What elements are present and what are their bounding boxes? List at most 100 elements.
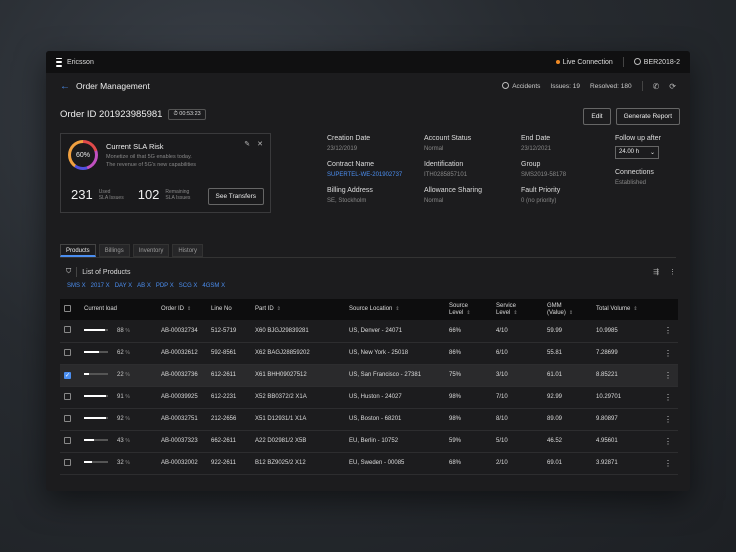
user-icon: [633, 58, 641, 65]
col-source-level[interactable]: Source Level ⇕: [445, 299, 492, 320]
detail-group: Group SMS2019-58178: [521, 161, 567, 178]
back-arrow-icon[interactable]: ←: [60, 81, 70, 92]
detail-identification: Identification ITH0285857101: [424, 161, 468, 178]
row-menu-icon[interactable]: ⋮: [658, 364, 678, 387]
row-checkbox[interactable]: [64, 414, 71, 422]
filter-chip[interactable]: 4GSM X: [202, 283, 225, 289]
accidents-link[interactable]: Accidents: [502, 82, 540, 90]
edit-button[interactable]: Edit: [583, 108, 611, 125]
row-menu-icon[interactable]: ⋮: [658, 408, 678, 431]
col-source-location[interactable]: Source Location ⇕: [345, 299, 445, 320]
col-gmm-value[interactable]: GMM (Value) ⇕: [543, 299, 592, 320]
col-order-id[interactable]: Order ID ⇕: [157, 299, 207, 320]
table-row[interactable]: 92 % AB-00032751 212-2656 X51 D12931/1 X1A U…: [60, 408, 678, 431]
phone-icon[interactable]: ✆: [653, 82, 660, 91]
sla-description: Monetize oil that 5G enables today. The r…: [106, 154, 197, 168]
col-line-no[interactable]: Line No: [207, 299, 251, 320]
issues-count: Issues: 19: [550, 82, 581, 90]
load-bar: [84, 439, 108, 442]
order-id-cell: AB-00032612: [157, 342, 207, 365]
row-menu-icon[interactable]: ⋮: [658, 320, 678, 343]
row-checkbox[interactable]: [64, 326, 71, 334]
row-menu-icon[interactable]: ⋮: [658, 430, 678, 453]
detail-creation-date: Creation Date 23/12/2019: [327, 135, 371, 152]
source-level-cell: 75%: [445, 364, 492, 387]
order-details: Creation Date 23/12/2019 Account Status No…: [327, 135, 614, 204]
table-row[interactable]: 32 % AB-00032002 922-2611 B12 BZ9025/2 X12 E…: [60, 452, 678, 475]
source-location-cell: US, Boston - 68201: [345, 408, 445, 431]
contract-link[interactable]: SUPERTEL-WE-201902737: [327, 172, 424, 178]
more-options-icon[interactable]: ⋮: [669, 268, 676, 276]
remaining-sla-count: 102: [137, 187, 160, 202]
part-id-cell: A22 D02981/2 X5B: [251, 430, 345, 453]
user-menu[interactable]: BER2018-2: [633, 58, 680, 66]
follow-up-select[interactable]: 24.00 h ⌄: [615, 146, 659, 159]
row-menu-icon[interactable]: ⋮: [658, 452, 678, 475]
gmm-value-cell: 55.81: [543, 342, 592, 365]
filter-chip[interactable]: PDP X: [156, 283, 174, 289]
divider: [641, 81, 643, 91]
load-percent: 43 %: [117, 438, 130, 444]
row-checkbox[interactable]: ✓: [64, 371, 71, 379]
close-icon[interactable]: ✕: [257, 140, 263, 148]
see-transfers-button[interactable]: See Transfers: [207, 188, 264, 205]
line-no-cell: 922-2611: [207, 452, 251, 475]
total-volume-cell: 3.92871: [592, 452, 658, 475]
connections-label: Connections: [615, 169, 654, 176]
detail-billing-address: Billing Address SE, Stockholm: [327, 187, 373, 204]
order-id: Order ID 201923985981: [60, 109, 163, 120]
timer-badge: ⏱ 00:53:23: [168, 109, 206, 120]
row-checkbox[interactable]: [64, 392, 71, 400]
col-service-level[interactable]: Service Level ⇕: [492, 299, 543, 320]
pin-icon[interactable]: ✎: [244, 140, 250, 148]
service-level-cell: 8/10: [492, 408, 543, 431]
tab-inventory[interactable]: Inventory: [132, 244, 170, 257]
list-toolbar: ⛉ List of Products ⇶ ⋮: [66, 267, 676, 277]
table-row[interactable]: 91 % AB-00039925 612-2231 X52 BB0372/2 X1A U…: [60, 386, 678, 409]
live-connection-status[interactable]: Live Connection: [555, 59, 613, 66]
filter-chip[interactable]: SCG X: [179, 283, 198, 289]
load-percent: 62 %: [117, 350, 130, 356]
service-level-cell: 2/10: [492, 452, 543, 475]
source-location-cell: EU, Sweden - 00085: [345, 452, 445, 475]
filter-icon[interactable]: ⛉: [66, 268, 71, 276]
source-location-cell: US, New York - 25018: [345, 342, 445, 365]
table-row[interactable]: ✓ 22 % AB-00032736 612-2611 X61 BHH09027512 U…: [60, 364, 678, 387]
tab-history[interactable]: History: [172, 244, 204, 257]
ericsson-logo[interactable]: Ericsson: [56, 57, 94, 67]
remaining-sla-label: Remaining SLA Issues: [165, 188, 191, 201]
filter-chip[interactable]: 2017 X: [91, 283, 110, 289]
follow-up-panel: Follow up after 24.00 h ⌄ Connections Est…: [615, 135, 661, 186]
top-bar: Ericsson Live Connection BER2018-2: [46, 51, 690, 73]
order-id-cell: AB-00037323: [157, 430, 207, 453]
row-checkbox[interactable]: [64, 458, 71, 466]
col-total-volume[interactable]: Total Volume ⇕: [592, 299, 658, 320]
filter-chip[interactable]: AB X: [137, 283, 151, 289]
table-row[interactable]: 88 % AB-00032734 512-5719 X60 BJGJ29839281 U…: [60, 320, 678, 343]
filter-chip[interactable]: DAY X: [115, 283, 132, 289]
row-menu-icon[interactable]: ⋮: [658, 342, 678, 365]
table-row[interactable]: 62 % AB-00032612 592-8561 X62 BAGJ28859202 U…: [60, 342, 678, 365]
follow-up-label: Follow up after: [615, 135, 661, 142]
table-row[interactable]: 43 % AB-00037323 662-2611 A22 D02981/2 X5B E…: [60, 430, 678, 453]
service-level-cell: 6/10: [492, 342, 543, 365]
line-no-cell: 612-2611: [207, 364, 251, 387]
service-level-cell: 3/10: [492, 364, 543, 387]
col-part-id[interactable]: Part ID ⇕: [251, 299, 345, 320]
sla-gauge: 60%: [68, 140, 98, 170]
order-heading: Order ID 201923985981 ⏱ 00:53:23: [60, 109, 206, 120]
row-checkbox[interactable]: [64, 436, 71, 444]
row-menu-icon[interactable]: ⋮: [658, 386, 678, 409]
tab-products[interactable]: Products: [60, 244, 96, 257]
col-current-load[interactable]: Current load: [80, 299, 157, 320]
tab-billings[interactable]: Billings: [98, 244, 130, 257]
source-level-cell: 59%: [445, 430, 492, 453]
refresh-icon[interactable]: ⟳: [669, 82, 676, 91]
load-percent: 88 %: [117, 327, 130, 334]
generate-report-button[interactable]: Generate Report: [615, 108, 680, 125]
used-sla-label: Used SLA Issues: [98, 188, 124, 201]
filter-chip[interactable]: SMS X: [67, 283, 86, 289]
select-all-checkbox[interactable]: [64, 304, 71, 312]
row-checkbox[interactable]: [64, 348, 71, 356]
column-settings-icon[interactable]: ⇶: [653, 268, 659, 276]
